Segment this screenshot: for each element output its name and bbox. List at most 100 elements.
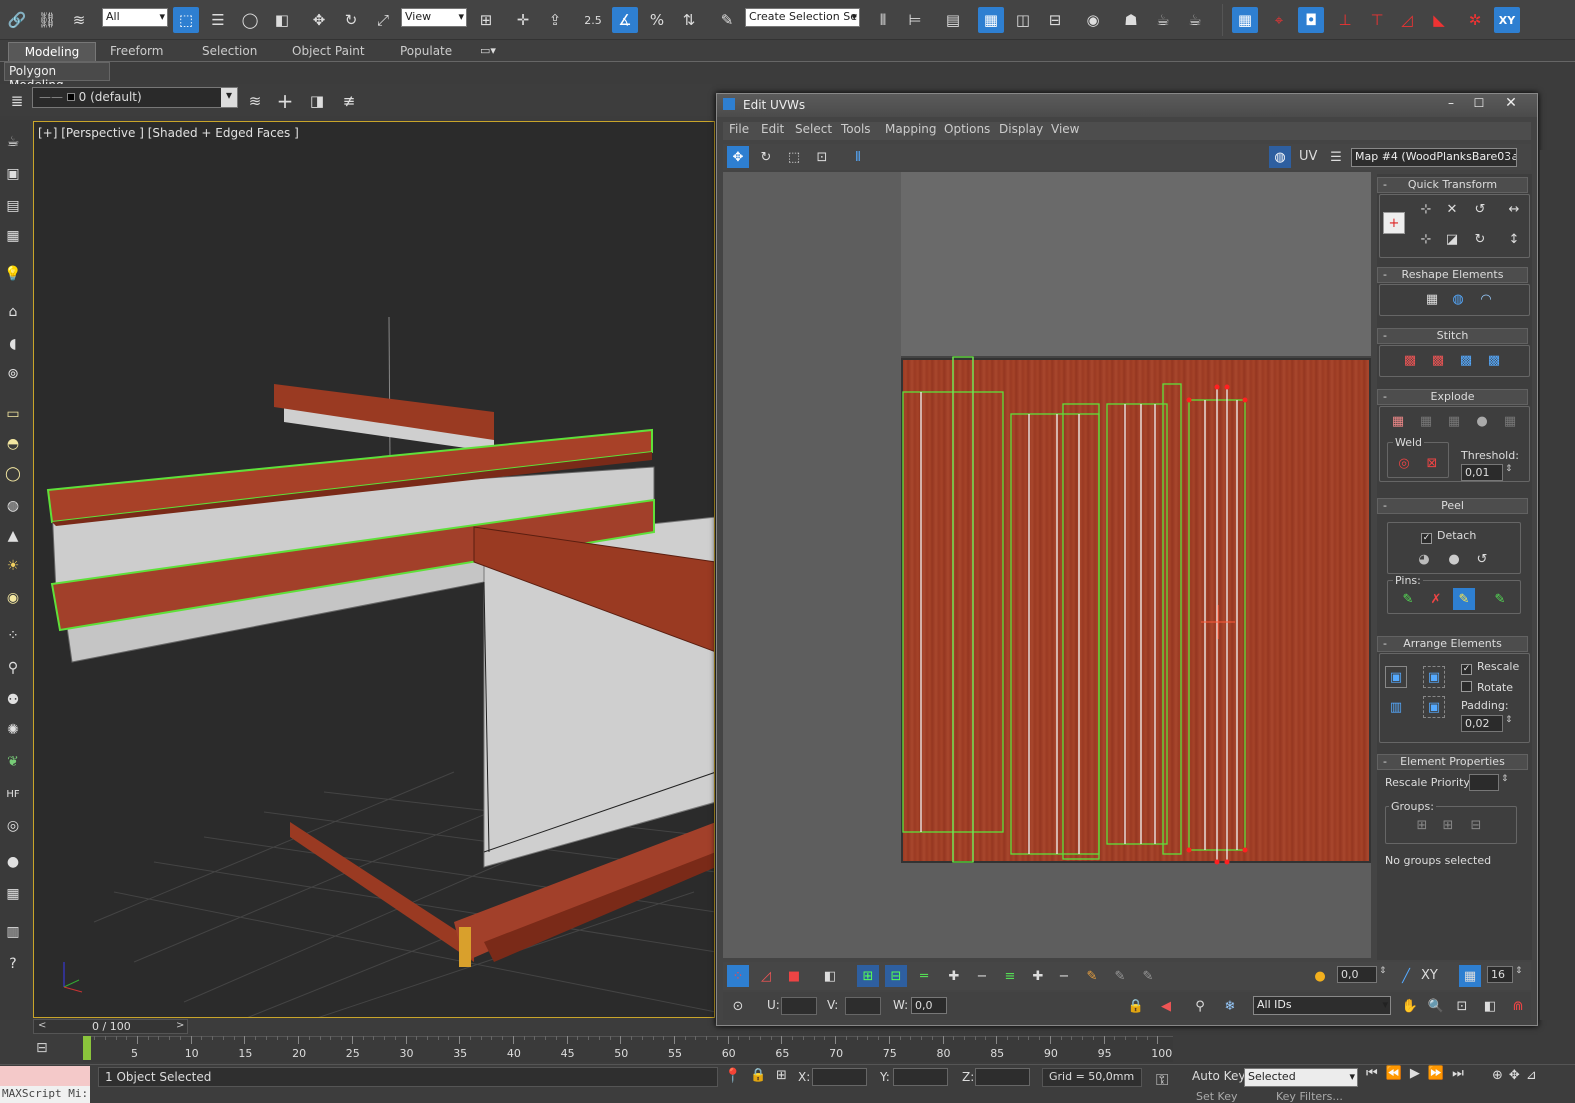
window-crossing-icon[interactable]: ◧: [269, 7, 295, 33]
scene-explorer-icon[interactable]: ▦: [978, 7, 1004, 33]
keyboard-shortcut-icon[interactable]: ⇪: [542, 7, 568, 33]
stitch-header[interactable]: - Stitch: [1377, 328, 1528, 344]
layer-explorer-icon[interactable]: ▤: [940, 7, 966, 33]
space-vertical-icon[interactable]: ↕: [1503, 228, 1525, 250]
minimize-icon[interactable]: –: [1439, 96, 1463, 110]
select-manipulate-icon[interactable]: ✛: [510, 7, 536, 33]
absolute-transform-icon[interactable]: ⊞: [776, 1068, 787, 1083]
time-prev-icon[interactable]: <: [38, 1020, 46, 1031]
track-view-icon[interactable]: ▦: [0, 222, 26, 250]
move-icon[interactable]: ✥: [306, 7, 332, 33]
fov-icon[interactable]: ⊿: [1526, 1068, 1543, 1083]
threshold-spinner-icon[interactable]: ⇕: [1505, 464, 1513, 474]
v-input[interactable]: [845, 997, 881, 1015]
grid-value-spinner-icon[interactable]: ⇕: [1515, 966, 1523, 976]
layer-freeze-icon[interactable]: ≋: [242, 88, 268, 114]
curve-editor-mini-icon[interactable]: ⊟: [36, 1040, 48, 1056]
curve-editor-icon[interactable]: ◫: [1010, 7, 1036, 33]
group-select-icon[interactable]: ⊞: [1411, 814, 1433, 836]
camera-icon[interactable]: ⌂: [0, 298, 26, 326]
rescale-checkbox[interactable]: ✓ Rescale: [1461, 660, 1519, 675]
pack-normalize-icon[interactable]: ▣: [1385, 666, 1407, 688]
break-icon[interactable]: ▦: [1387, 410, 1409, 432]
explode-face-icon[interactable]: ▦: [1443, 410, 1465, 432]
reshape-elements-header[interactable]: - Reshape Elements: [1377, 267, 1528, 283]
foliage-icon[interactable]: ❦: [0, 748, 26, 776]
snap-toggle-icon[interactable]: 2.5: [580, 7, 606, 33]
maxscript-listener[interactable]: MAXScript Mi:: [0, 1066, 90, 1103]
play-icon[interactable]: ▶: [1410, 1066, 1428, 1081]
grow-loop-icon[interactable]: ✚: [943, 965, 965, 987]
enlarge-brush-icon[interactable]: ✎: [1109, 965, 1131, 987]
link-icon[interactable]: 🔗: [4, 7, 30, 33]
layer-dropdown[interactable]: —— 0 (default) ▾: [32, 87, 238, 108]
bones-icon[interactable]: ⚲: [0, 654, 26, 682]
sun-icon[interactable]: ☀: [0, 552, 26, 580]
rescale-priority-input[interactable]: [1469, 774, 1499, 791]
key-filters-button[interactable]: Key Filters...: [1276, 1090, 1343, 1103]
snap-face-icon[interactable]: ◿: [1394, 7, 1420, 33]
key-mode-dropdown[interactable]: Selected: [1244, 1068, 1358, 1087]
reference-coord-dropdown[interactable]: View: [401, 8, 467, 27]
cone-icon[interactable]: ▲: [0, 522, 26, 550]
go-to-start-icon[interactable]: ⏮: [1366, 1066, 1386, 1081]
percent-snap-icon[interactable]: %: [644, 7, 670, 33]
zoom-extents-all-icon[interactable]: ⊕: [1492, 1068, 1509, 1083]
set-key-icon[interactable]: ⚿: [1156, 1070, 1168, 1090]
element-properties-header[interactable]: - Element Properties: [1377, 754, 1528, 770]
reset-peel-icon[interactable]: ↺: [1471, 548, 1493, 570]
snap-uv-icon[interactable]: ⋒: [1507, 995, 1529, 1017]
face-mode-icon[interactable]: ■: [783, 965, 805, 987]
help-icon[interactable]: ?: [0, 950, 26, 978]
tape-icon[interactable]: ⊚: [0, 360, 26, 388]
stitch-custom-icon[interactable]: ▩: [1399, 349, 1421, 371]
menu-display[interactable]: Display: [999, 122, 1043, 136]
hide-icon[interactable]: ◀: [1155, 995, 1177, 1017]
zoom-icon[interactable]: 🔍: [1425, 995, 1447, 1017]
tab-freeform[interactable]: Freeform: [100, 42, 173, 61]
grow-ring-icon[interactable]: ✚: [1027, 965, 1049, 987]
auto-pin-icon[interactable]: ✎: [1453, 588, 1475, 610]
snap-endpoint-icon[interactable]: ◘: [1298, 7, 1324, 33]
snap-edge-icon[interactable]: ⊤: [1364, 7, 1390, 33]
snap-xy-icon[interactable]: XY: [1494, 7, 1520, 33]
render-icon[interactable]: ▣: [0, 160, 26, 188]
spinner-snap-icon[interactable]: ⇅: [676, 7, 702, 33]
ribbon-options-icon[interactable]: ▭▾: [480, 44, 496, 57]
ids-dropdown[interactable]: All IDs: [1253, 996, 1391, 1015]
quick-peel-icon[interactable]: ◕: [1413, 548, 1435, 570]
add-to-layer-icon[interactable]: ◨: [304, 88, 330, 114]
menu-select[interactable]: Select: [795, 122, 832, 136]
uv-checker-icon[interactable]: ◍: [1269, 146, 1291, 168]
next-frame-icon[interactable]: ⏩: [1428, 1066, 1452, 1081]
peel-header[interactable]: - Peel: [1377, 498, 1528, 514]
grid-value-input[interactable]: 16: [1487, 966, 1513, 983]
select-layer-icon[interactable]: ≢: [336, 88, 362, 114]
u-input[interactable]: [781, 997, 817, 1015]
stitch-target-icon[interactable]: ▩: [1427, 349, 1449, 371]
pivot-center-icon[interactable]: ⊞: [473, 7, 499, 33]
scale-icon[interactable]: ⤢: [370, 7, 396, 33]
selection-filter-dropdown[interactable]: All: [102, 8, 168, 27]
select-pinned-icon[interactable]: ✎: [1489, 588, 1511, 610]
edit-named-selection-icon[interactable]: ✎: [714, 7, 740, 33]
soft-selection-icon[interactable]: ●: [1309, 965, 1331, 987]
layer-manager-icon[interactable]: ≣: [4, 88, 30, 114]
y-coord-field[interactable]: [893, 1068, 948, 1086]
soft-selection-spinner-icon[interactable]: ⇕: [1379, 966, 1387, 976]
relax-icon[interactable]: ◍: [1447, 288, 1469, 310]
script-icon[interactable]: ▤: [0, 192, 26, 220]
filter-selected-icon[interactable]: ⚲: [1189, 995, 1211, 1017]
sphere-object-icon[interactable]: ●: [0, 848, 26, 876]
ring-select-icon[interactable]: ≡: [999, 965, 1021, 987]
group-remove-icon[interactable]: ⊟: [1465, 814, 1487, 836]
set-key-label[interactable]: Set Key: [1196, 1090, 1238, 1103]
peel-mode-icon[interactable]: ●: [1443, 548, 1465, 570]
torus-icon[interactable]: ◉: [0, 584, 26, 612]
set-pivot-icon[interactable]: +: [1383, 212, 1405, 234]
detach-checkbox[interactable]: ✓ Detach: [1421, 529, 1476, 544]
padding-input[interactable]: 0,02: [1461, 715, 1503, 732]
orbit-icon[interactable]: ✥: [1509, 1068, 1526, 1083]
rescale-priority-spinner-icon[interactable]: ⇕: [1501, 774, 1509, 784]
select-by-name-icon[interactable]: ☰: [205, 7, 231, 33]
